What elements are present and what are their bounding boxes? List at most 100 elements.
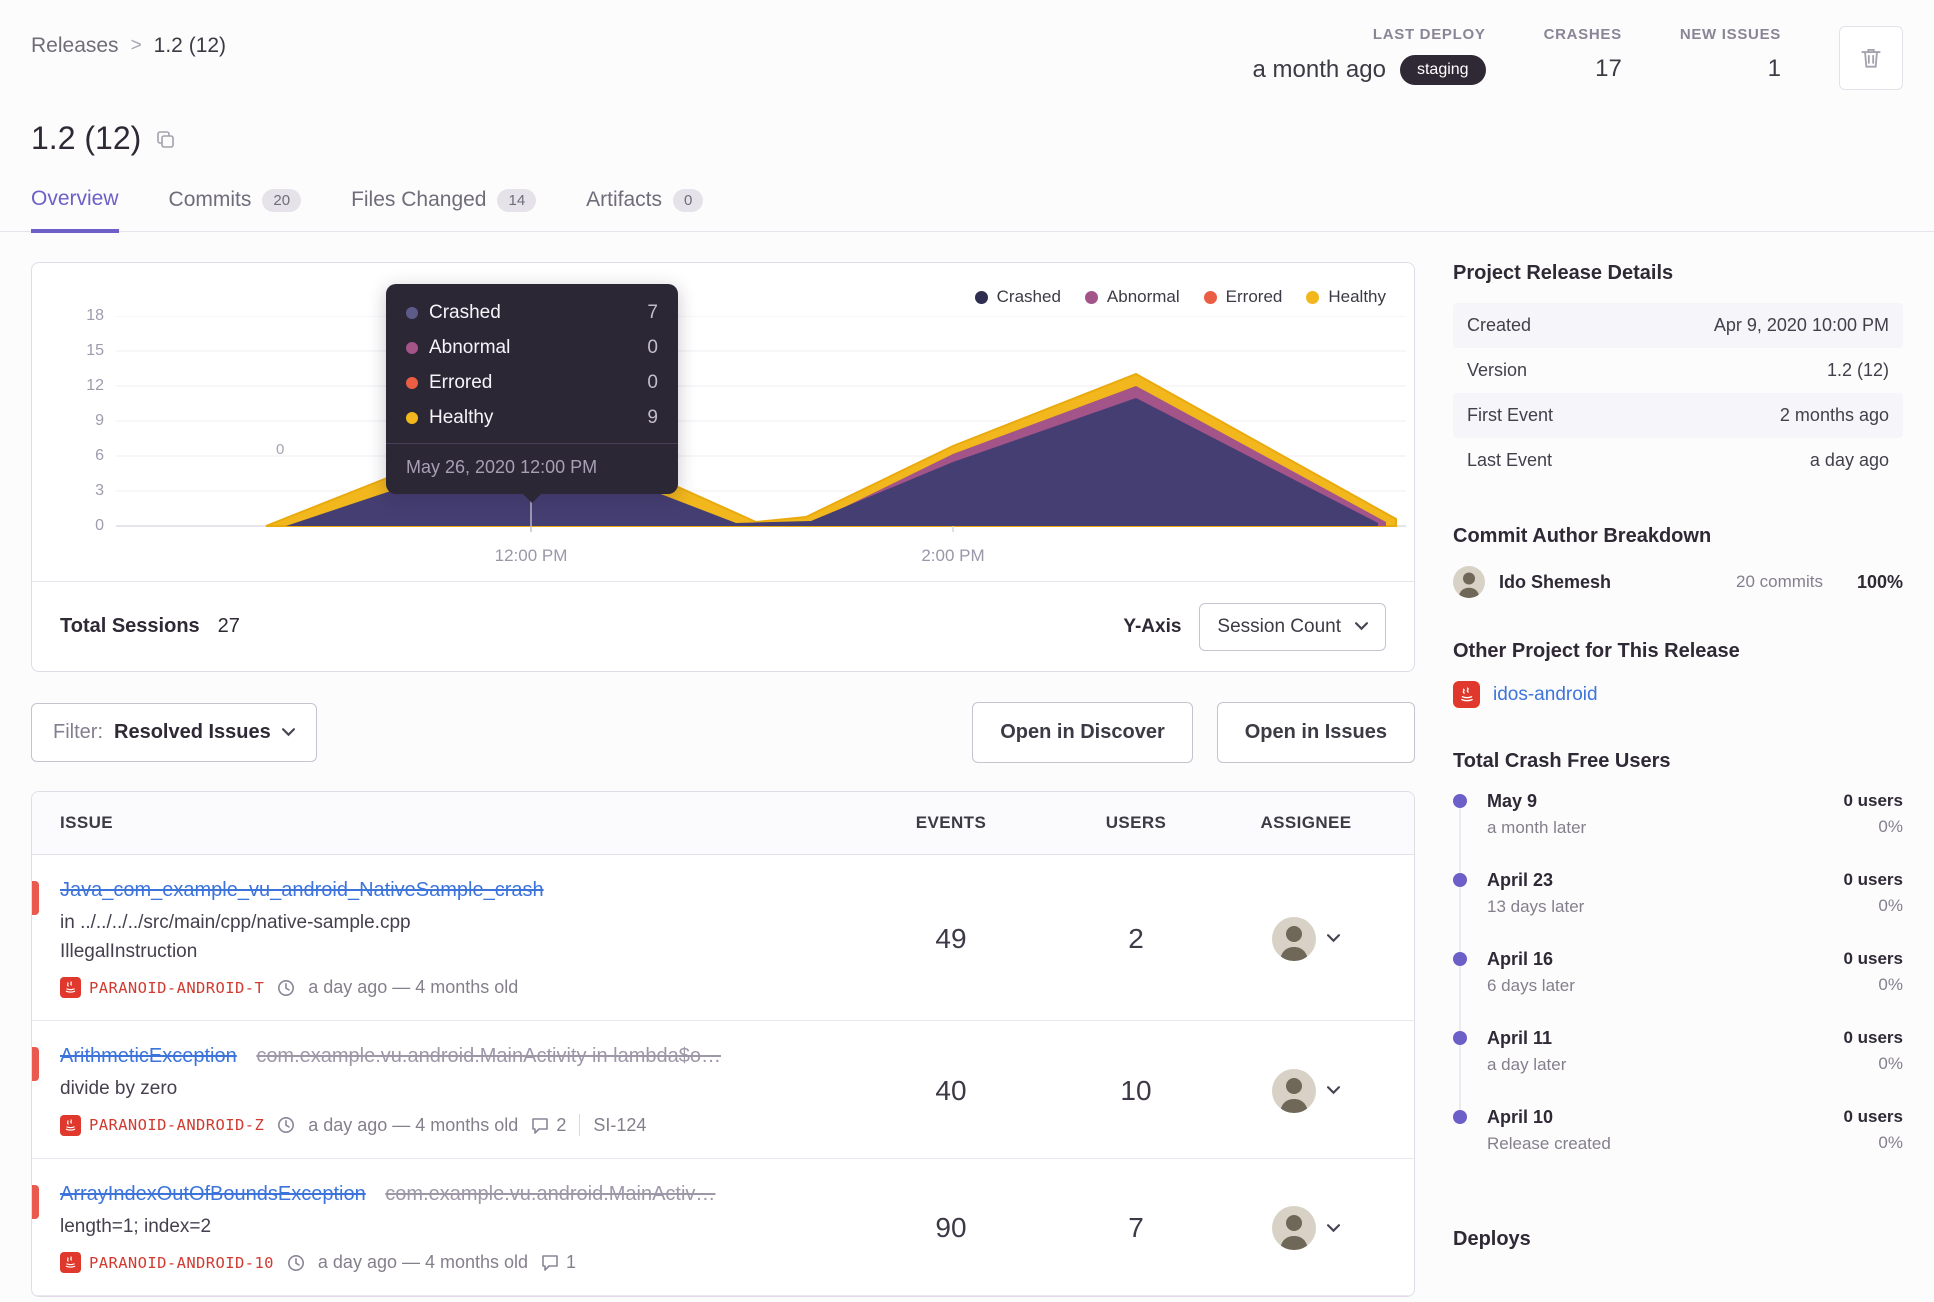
project-short-id-badge[interactable]: PARANOID-ANDROID-Z (60, 1114, 264, 1136)
detail-row-last-event: Last Event a day ago (1467, 450, 1889, 470)
issue-title-link[interactable]: ArithmeticException (60, 1045, 237, 1067)
unhandled-indicator (32, 1185, 39, 1219)
stat-new-issues: NEW ISSUES 1 (1680, 26, 1781, 83)
breadcrumb-current-release: 1.2 (12) (153, 34, 227, 57)
y-axis-label: Y-Axis (1123, 615, 1182, 637)
page-title: 1.2 (12) (31, 120, 142, 156)
section-heading: Project Release Details (1453, 262, 1674, 284)
issue-title-link[interactable]: Java_com_example_vu_android_NativeSample… (60, 879, 544, 901)
issue-users-count: 10 (1120, 1074, 1152, 1106)
author-commit-count: 20 commits (1736, 572, 1823, 591)
legend-crashed[interactable]: Crashed (974, 287, 1061, 307)
assignee-selector[interactable] (1226, 1206, 1386, 1250)
issue-events-count: 90 (935, 1212, 967, 1243)
detail-row-first-event: First Event 2 months ago (1453, 393, 1903, 438)
comment-icon (531, 1117, 549, 1134)
detail-row-version: Version 1.2 (12) (1467, 360, 1889, 380)
open-in-discover-button[interactable]: Open in Discover (972, 702, 1193, 763)
tab-commits[interactable]: Commits 20 (169, 187, 302, 231)
copy-version-icon[interactable] (155, 129, 175, 149)
chevron-down-icon (1327, 1086, 1340, 1095)
issue-value: divide by zero (60, 1078, 178, 1099)
tab-overview[interactable]: Overview (31, 187, 119, 233)
crash-free-entry: April 11 a day later 0 users 0% (1453, 1028, 1903, 1111)
sessions-chart-panel: Crashed Abnormal Errored Healthy 18 15 1… (31, 262, 1415, 672)
breadcrumb-releases[interactable]: Releases (31, 34, 119, 58)
open-in-issues-button[interactable]: Open in Issues (1216, 702, 1415, 763)
java-platform-icon (1453, 681, 1480, 708)
section-heading: Other Project for This Release (1453, 640, 1740, 662)
legend-abnormal[interactable]: Abnormal (1084, 287, 1180, 307)
last-deploy-value: a month ago (1252, 56, 1386, 83)
tooltip-healthy-dot-icon (406, 412, 418, 424)
tab-artifacts[interactable]: Artifacts 0 (586, 187, 704, 231)
new-issues-label: NEW ISSUES (1679, 26, 1781, 43)
tab-files-changed[interactable]: Files Changed 14 (351, 187, 537, 231)
release-stats: LAST DEPLOY a month ago staging CRASHES … (1253, 26, 1903, 90)
y-axis-select[interactable]: Session Count (1199, 602, 1386, 651)
errored-dot-icon (1203, 290, 1217, 304)
deploys-section: Deploys (1453, 1228, 1903, 1251)
clock-icon (287, 1254, 305, 1272)
assignee-selector[interactable] (1226, 1068, 1386, 1113)
total-sessions-value: 27 (217, 615, 240, 637)
chevron-down-icon (1327, 934, 1340, 943)
chevron-down-icon (1327, 1223, 1340, 1233)
healthy-dot-icon (1306, 290, 1320, 304)
new-issues-value: 1 (1767, 55, 1781, 82)
clock-icon (277, 979, 295, 997)
crash-free-entry: April 16 6 days later 0 users 0% (1453, 949, 1903, 1032)
issue-users-count: 7 (1128, 1212, 1144, 1243)
tooltip-healthy-value: 9 (647, 407, 658, 428)
y-tick: 3 (95, 482, 104, 499)
comments-count[interactable]: 2 (531, 1115, 566, 1136)
comments-count[interactable]: 1 (541, 1252, 576, 1273)
y-tick: 6 (95, 447, 104, 464)
timeline-line (1459, 965, 1461, 1032)
java-platform-icon (60, 977, 81, 998)
other-project-section: Other Project for This Release idos-andr… (1453, 640, 1903, 708)
issues-filter-dropdown[interactable]: Filter: Resolved Issues (31, 703, 317, 762)
crash-free-entry: May 9 a month later 0 users 0% (1453, 791, 1903, 874)
issue-age: a day ago — 4 months old (308, 1114, 519, 1135)
commits-count-badge: 20 (262, 188, 302, 212)
other-project-link[interactable]: idos-android (1493, 684, 1598, 706)
release-tabs: Overview Commits 20 Files Changed 14 Art… (31, 187, 1903, 233)
breadcrumb-separator: > (130, 35, 142, 56)
issue-users-count: 2 (1128, 922, 1144, 954)
tooltip-crashed-value: 7 (647, 302, 658, 323)
y-tick: 15 (86, 342, 104, 359)
abnormal-dot-icon (1084, 290, 1098, 304)
issue-row[interactable]: Java_com_example_vu_android_NativeSample… (32, 855, 1414, 1021)
stat-last-deploy: LAST DEPLOY a month ago staging (1253, 26, 1486, 85)
tooltip-errored-dot-icon (406, 377, 418, 389)
issue-location: in ../../../../src/main/cpp/native-sampl… (60, 912, 411, 933)
timeline-line (1459, 886, 1461, 953)
assignee-selector[interactable] (1226, 916, 1386, 961)
sessions-area-chart (116, 316, 1406, 532)
delete-release-button[interactable] (1839, 26, 1903, 90)
project-short-id-badge[interactable]: PARANOID-ANDROID-10 (60, 1252, 274, 1273)
chevron-down-icon (281, 728, 295, 737)
sessions-chart[interactable]: Crashed Abnormal Errored Healthy 18 15 1… (32, 263, 1414, 581)
timeline-dot-icon (1453, 952, 1467, 966)
tooltip-errored-value: 0 (647, 372, 658, 393)
col-assignee: ASSIGNEE (1260, 813, 1352, 832)
issue-title-link[interactable]: ArrayIndexOutOfBoundsException (60, 1183, 366, 1205)
comment-icon (541, 1254, 559, 1271)
clock-icon (277, 1116, 295, 1134)
issue-row[interactable]: ArithmeticException com.example.vu.andro… (32, 1021, 1414, 1159)
timeline-dot-icon (1453, 873, 1467, 887)
timeline-dot-icon (1453, 1110, 1467, 1124)
legend-healthy[interactable]: Healthy (1306, 287, 1386, 307)
crashes-value: 17 (1595, 55, 1622, 82)
assignee-avatar (1272, 916, 1316, 961)
staging-badge: staging (1399, 55, 1486, 85)
tooltip-abnormal-value: 0 (647, 337, 658, 358)
legend-errored[interactable]: Errored (1203, 287, 1282, 307)
issue-age: a day ago — 4 months old (317, 1252, 529, 1272)
issues-table-header: ISSUE EVENTS USERS ASSIGNEE (32, 792, 1414, 855)
issue-row[interactable]: ArrayIndexOutOfBoundsException com.examp… (32, 1159, 1414, 1296)
project-short-id-badge[interactable]: PARANOID-ANDROID-T (60, 977, 264, 998)
crashed-dot-icon (974, 290, 988, 304)
